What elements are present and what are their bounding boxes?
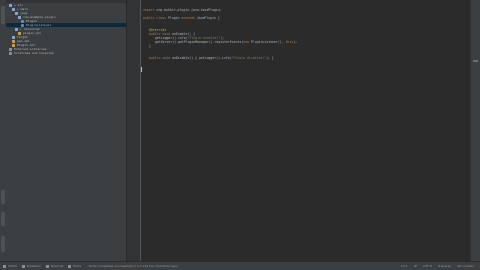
code-token: "Plugin disabled!" xyxy=(231,56,267,60)
code-line: import org.bukkit.plugin.java.JavaPlugin… xyxy=(143,8,222,12)
bottom-tab-label: TODO xyxy=(8,264,17,268)
status-message: Build completed successfully in 2 s 144 … xyxy=(88,264,178,268)
code-token: ); } xyxy=(266,56,274,60)
bottom-tab[interactable]: Problems xyxy=(21,264,41,268)
code-token: import xyxy=(143,8,157,12)
bottom-tab[interactable]: Terminal xyxy=(45,264,64,268)
bottom-tab-label: Terminal xyxy=(50,264,64,268)
code-token: new xyxy=(243,40,251,44)
code-token: Plugin xyxy=(167,16,182,20)
favorites-tool-tab[interactable] xyxy=(1,212,5,226)
code-line: public void onDisable() { getLogger().in… xyxy=(149,56,274,60)
code-token: JavaPlugin { xyxy=(196,16,220,20)
structure-tool-tab[interactable] xyxy=(1,190,5,204)
code-token: ); xyxy=(293,40,298,44)
status-bar: TODO Problems Terminal Build Build complete… xyxy=(0,261,480,270)
build-variants-tool-tab[interactable] xyxy=(1,236,5,252)
caret-position[interactable]: 17:1 xyxy=(401,264,408,268)
bottom-tab[interactable]: Build xyxy=(68,264,81,268)
code-token: public void xyxy=(149,56,173,60)
tool-window-icon xyxy=(45,264,49,268)
project-panel: ▸ src ▸ main java com.example.plugin Plugin P… xyxy=(6,0,127,262)
tool-window-icon xyxy=(21,264,25,268)
bottom-tab-label: Problems xyxy=(26,264,41,268)
code-editor[interactable]: import org.bukkit.plugin.java.JavaPlugin… xyxy=(141,0,471,262)
status-right-group: 17:1 LF UTF-8 4 spaces Git: master xyxy=(401,264,474,268)
code-token: } xyxy=(149,44,151,48)
code-token: getServer().getPluginManager().registerE… xyxy=(155,40,244,44)
bottom-tab[interactable]: TODO xyxy=(3,264,17,268)
code-token: extends xyxy=(181,16,197,20)
vcs-branch[interactable]: Git: master xyxy=(457,264,474,268)
indent-setting[interactable]: 4 spaces xyxy=(438,264,451,268)
code-line: getServer().getPluginManager().registerE… xyxy=(155,40,297,44)
project-tree-item-label: Scratches and Consoles xyxy=(14,51,54,55)
project-tool-tab[interactable] xyxy=(1,6,5,24)
code-token: onDisable() { getLogger().info( xyxy=(172,56,232,60)
line-separator[interactable]: LF xyxy=(414,264,417,268)
code-token: org.bukkit.plugin.java.JavaPlugin; xyxy=(156,8,222,12)
bottom-tool-tabs: TODO Problems Terminal Build xyxy=(3,264,86,268)
code-token: PluginListener(), xyxy=(250,40,286,44)
editor-gutter xyxy=(127,0,141,262)
code-token: public class xyxy=(143,16,168,20)
bottom-tab-label: Build xyxy=(73,264,81,268)
code-line: public class Plugin extends JavaPlugin { xyxy=(143,16,220,20)
tool-window-icon xyxy=(3,264,6,268)
scroll-marker[interactable] xyxy=(473,60,478,62)
right-tool-strip xyxy=(470,0,480,262)
project-tree-item[interactable]: Scratches and Consoles xyxy=(6,51,126,55)
text-caret xyxy=(141,67,142,72)
ext-icon xyxy=(9,51,12,55)
project-tree: ▸ src ▸ main java com.example.plugin Plugin P… xyxy=(6,3,126,55)
code-line: } xyxy=(149,44,151,48)
tool-window-icon xyxy=(68,264,72,268)
file-encoding[interactable]: UTF-8 xyxy=(423,264,432,268)
